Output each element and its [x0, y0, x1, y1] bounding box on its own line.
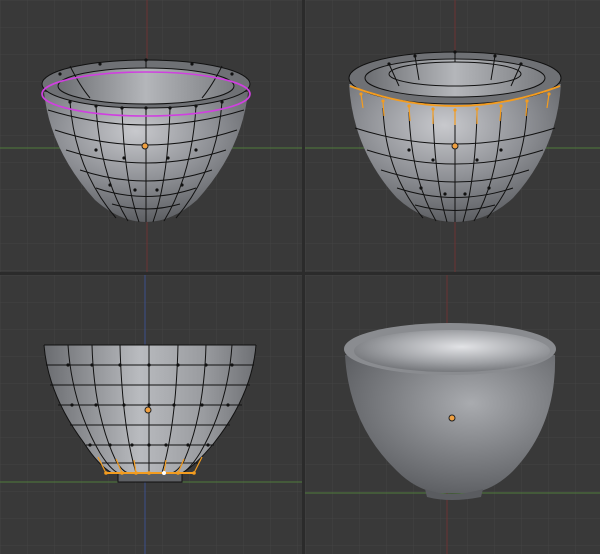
bowl-inner-surface	[354, 330, 550, 372]
object-origin-icon[interactable]	[448, 414, 456, 422]
viewport-top-right-canvas[interactable]	[305, 0, 600, 272]
quad-viewport-editor	[0, 0, 600, 554]
viewport-top-left-canvas[interactable]	[0, 0, 302, 272]
viewport-bottom-right-canvas[interactable]	[305, 275, 600, 554]
viewport-top-right[interactable]	[305, 0, 600, 272]
object-origin-icon[interactable]	[144, 406, 152, 414]
viewport-divider-horizontal[interactable]	[0, 272, 600, 275]
object-origin-icon[interactable]	[451, 142, 459, 150]
viewport-divider-vertical[interactable]	[302, 0, 305, 554]
viewport-bottom-right[interactable]	[305, 275, 600, 554]
viewport-top-left[interactable]	[0, 0, 302, 272]
object-origin-icon[interactable]	[141, 142, 149, 150]
viewport-bottom-left[interactable]	[0, 275, 302, 554]
viewport-bottom-left-canvas[interactable]	[0, 275, 302, 554]
